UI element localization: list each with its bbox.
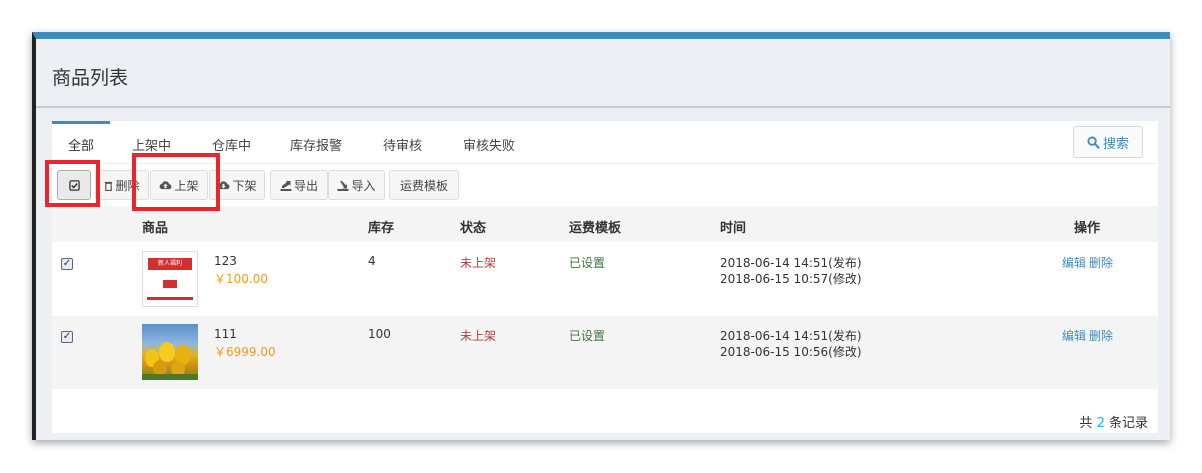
row-checkbox[interactable]: ✓ <box>61 258 73 270</box>
tab-review-failed[interactable]: 审核失败 <box>463 135 515 154</box>
off-shelf-button-label: 下架 <box>232 178 257 193</box>
header-freight: 运费模板 <box>569 221 622 236</box>
delete-link[interactable]: 删除 <box>1089 327 1113 344</box>
title-divider <box>36 106 1170 108</box>
highlight-box-on-shelf <box>132 153 220 211</box>
header-status: 状态 <box>460 221 487 236</box>
tab-warehouse[interactable]: 仓库中 <box>212 135 251 154</box>
record-count-suffix: 条记录 <box>1108 416 1148 431</box>
content-panel: 商品列表 全部 上架中 仓库中 库存报警 待审核 审核失败 搜索 删除 上架 下… <box>32 32 1170 440</box>
tulip-photo <box>142 342 198 380</box>
export-button[interactable]: 导出 <box>270 170 328 200</box>
product-thumbnail: 新人福利 <box>142 251 198 307</box>
search-button[interactable]: 搜索 <box>1073 126 1143 158</box>
time-published: 2018-06-14 14:51(发布) <box>720 329 862 343</box>
export-button-label: 导出 <box>293 178 318 193</box>
freight-status: 已设置 <box>569 256 606 270</box>
row-checkbox[interactable]: ✓ <box>61 331 73 343</box>
table-row: ✓ 111 ￥6999.00 100 未上架 已设置 2018-06-14 14… <box>52 316 1158 389</box>
header-stock: 库存 <box>368 221 395 236</box>
tab-stock-alert[interactable]: 库存报警 <box>290 135 342 154</box>
table-row: ✓ 新人福利 123 ￥100.00 4 未上架 已设置 2018-06-14 … <box>52 243 1158 316</box>
freight-status: 已设置 <box>569 329 606 343</box>
status-text: 未上架 <box>460 329 497 343</box>
search-button-label: 搜索 <box>1102 136 1129 152</box>
page-title: 商品列表 <box>52 67 129 89</box>
tab-on-shelf[interactable]: 上架中 <box>132 135 171 154</box>
product-stock: 4 <box>368 254 376 268</box>
search-icon <box>1087 135 1100 149</box>
product-name: 123 <box>214 254 237 268</box>
product-price: ￥100.00 <box>214 272 268 286</box>
highlight-box-select-all <box>45 160 100 207</box>
header-product: 商品 <box>142 221 169 236</box>
import-button-label: 导入 <box>351 178 376 193</box>
thumbnail-footer <box>147 297 193 300</box>
header-action: 操作 <box>1074 221 1101 236</box>
status-text: 未上架 <box>460 256 497 270</box>
time-published: 2018-06-14 14:51(发布) <box>720 256 862 270</box>
import-icon <box>337 180 349 191</box>
product-thumbnail <box>142 324 198 380</box>
record-count: 共 2 条记录 <box>1079 412 1148 431</box>
tab-all[interactable]: 全部 <box>68 135 94 154</box>
record-count-prefix: 共 <box>1079 416 1093 431</box>
table-header: 商品 库存 状态 运费模板 时间 操作 <box>52 206 1158 242</box>
edit-link[interactable]: 编辑 <box>1062 254 1086 271</box>
active-tab-indicator <box>52 121 110 124</box>
time-modified: 2018-06-15 10:56(修改) <box>720 345 862 359</box>
import-button[interactable]: 导入 <box>328 170 385 200</box>
trash-icon <box>105 181 113 191</box>
product-price: ￥6999.00 <box>214 345 276 359</box>
freight-template-button[interactable]: 运费模板 <box>389 170 459 200</box>
product-name: 111 <box>214 327 237 341</box>
edit-link[interactable]: 编辑 <box>1062 327 1086 344</box>
gift-icon <box>163 280 177 288</box>
record-count-number: 2 <box>1096 416 1105 431</box>
export-icon <box>280 180 292 191</box>
time-modified: 2018-06-15 10:57(修改) <box>720 272 862 286</box>
thumbnail-banner: 新人福利 <box>148 258 192 270</box>
header-time: 时间 <box>720 221 747 236</box>
delete-link[interactable]: 删除 <box>1089 254 1113 271</box>
product-stock: 100 <box>368 327 391 341</box>
tab-pending-review[interactable]: 待审核 <box>383 135 422 154</box>
